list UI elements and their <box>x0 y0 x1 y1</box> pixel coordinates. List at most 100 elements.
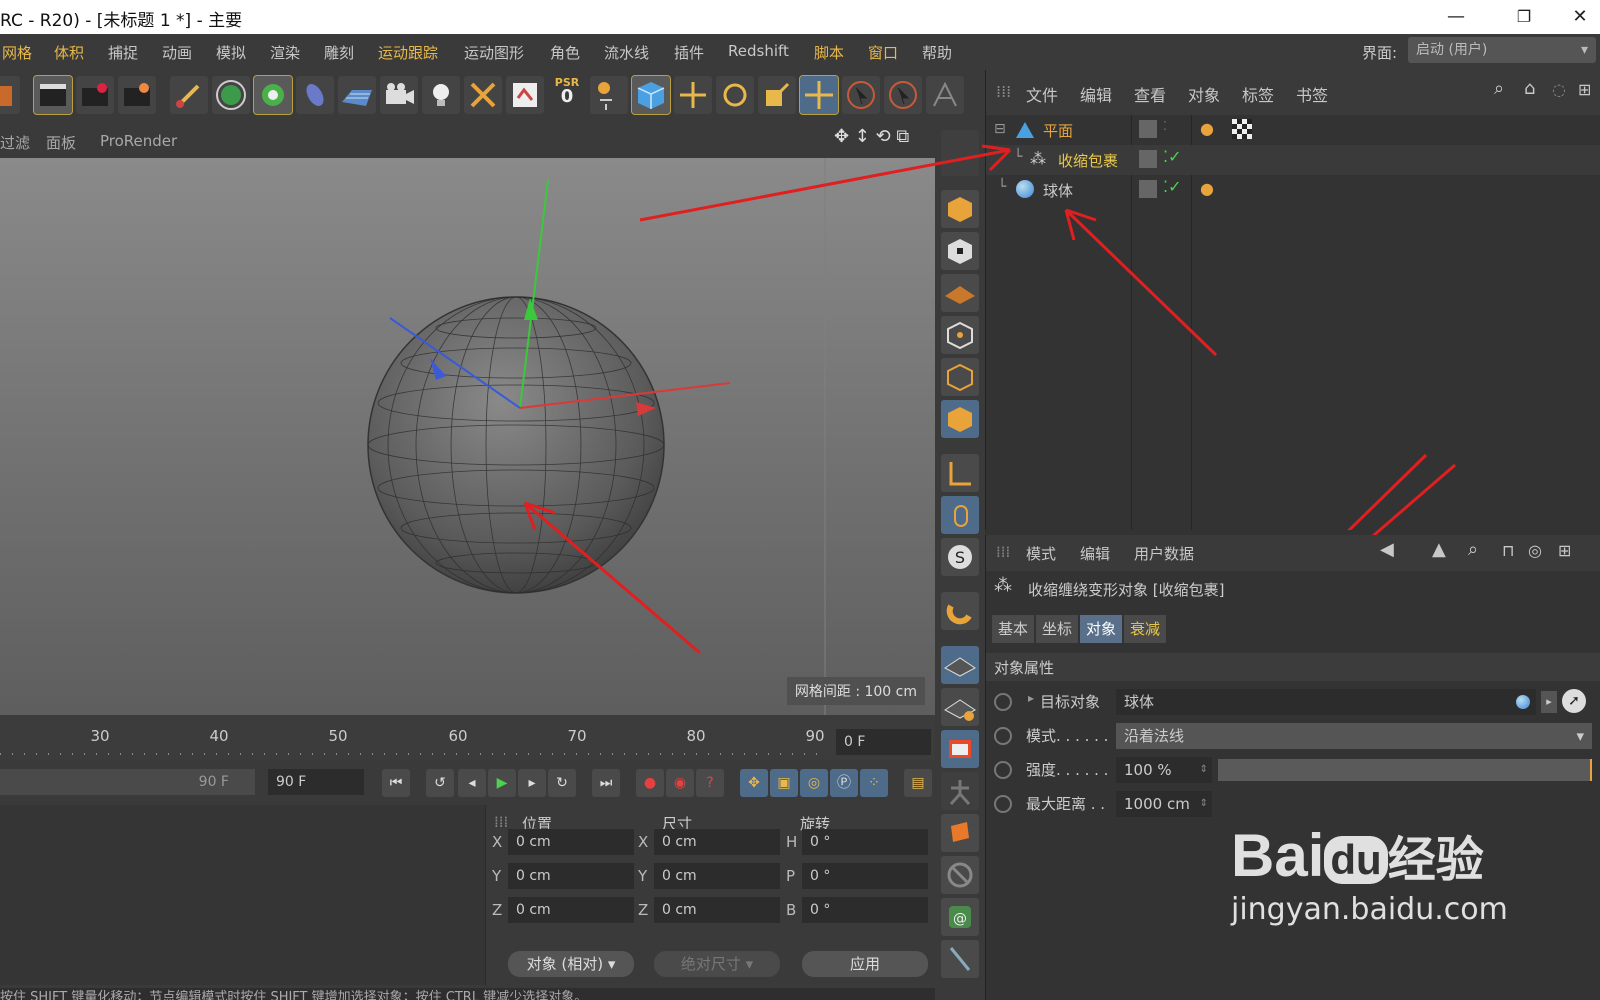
next-key-icon[interactable]: ↻ <box>548 769 576 797</box>
menu-window[interactable]: 窗口 <box>868 42 898 63</box>
viewport-menu-prorender[interactable]: ProRender <box>100 132 177 150</box>
target-object-field[interactable]: 球体 <box>1116 689 1536 715</box>
select-live-icon[interactable] <box>842 76 880 114</box>
menu-help[interactable]: 帮助 <box>922 42 952 63</box>
scale-icon[interactable] <box>758 76 796 114</box>
edges-mode-icon[interactable] <box>941 358 979 396</box>
menu-volume[interactable]: 体积 <box>54 42 84 63</box>
size-z-field[interactable]: 0 cm <box>654 897 780 923</box>
target-icon[interactable]: ◎ <box>1528 541 1542 560</box>
deformer-icon[interactable] <box>253 75 293 115</box>
planar-workplane-icon[interactable] <box>941 688 979 726</box>
render-picture-viewer-icon[interactable] <box>76 76 114 114</box>
menu-plugins[interactable]: 插件 <box>674 42 704 63</box>
xray-icon[interactable] <box>464 76 502 114</box>
pick-object-icon[interactable]: ➚ <box>1562 689 1586 713</box>
render-settings-icon[interactable] <box>118 76 156 114</box>
frame-range-slider[interactable]: 90 F <box>0 769 255 795</box>
size-mode-dropdown[interactable]: 绝对尺寸 ▾ <box>654 951 780 977</box>
spline-icon[interactable] <box>296 76 334 114</box>
position-z-field[interactable]: 0 cm <box>508 897 634 923</box>
joint-icon[interactable] <box>926 76 964 114</box>
previous-key-icon[interactable]: ↺ <box>426 769 454 797</box>
menu-sculpt[interactable]: 雕刻 <box>324 42 354 63</box>
stepper-icon[interactable]: ⇕ <box>1200 791 1208 817</box>
animate-radio[interactable] <box>994 727 1012 745</box>
mode-select[interactable]: 沿着法线 ▾ <box>1116 723 1592 749</box>
render-region-icon[interactable] <box>0 76 20 114</box>
paint-icon[interactable] <box>941 814 979 852</box>
key-rotation-icon[interactable]: ◎ <box>800 769 828 797</box>
interface-select[interactable]: 启动 (用户) ▾ <box>1408 37 1596 63</box>
max-distance-field[interactable]: 1000 cm ⇕ <box>1116 791 1212 817</box>
psr-icon[interactable]: PSR 0 <box>548 76 586 114</box>
key-position-icon[interactable]: ✥ <box>740 769 768 797</box>
render-active-view-icon[interactable] <box>941 730 979 768</box>
strength-field[interactable]: 100 % ⇕ <box>1116 757 1212 783</box>
animate-radio[interactable] <box>994 795 1012 813</box>
tab-object[interactable]: 对象 <box>1080 615 1122 643</box>
timeline-ruler[interactable]: 30 40 50 60 70 80 90 0 F <box>0 715 935 760</box>
go-to-end-icon[interactable]: ⏭ <box>592 769 620 797</box>
minimize-button[interactable]: — <box>1436 2 1476 32</box>
size-x-field[interactable]: 0 cm <box>654 829 780 855</box>
rotation-p-field[interactable]: 0 ° <box>802 863 928 889</box>
cube-object-icon[interactable] <box>631 75 671 115</box>
axis-icon[interactable] <box>590 76 628 114</box>
key-scale-icon[interactable]: ▣ <box>770 769 798 797</box>
play-icon[interactable]: ▶ <box>488 769 516 797</box>
enable-axis-icon[interactable] <box>941 454 979 492</box>
scene-icon[interactable] <box>506 76 544 114</box>
animate-radio[interactable] <box>994 693 1012 711</box>
size-y-field[interactable]: 0 cm <box>654 863 780 889</box>
menu-pipeline[interactable]: 流水线 <box>604 42 649 63</box>
search-icon[interactable]: ⌕ <box>1468 539 1478 560</box>
previous-frame-icon[interactable]: ◂ <box>458 769 486 797</box>
close-button[interactable]: ✕ <box>1560 2 1600 32</box>
position-y-field[interactable]: 0 cm <box>508 863 634 889</box>
attr-menu-mode[interactable]: 模式 <box>1026 543 1056 564</box>
menu-mesh[interactable]: 网格 <box>2 42 32 63</box>
key-pla-icon[interactable]: ⁘ <box>860 769 888 797</box>
viewport-nav-icons[interactable]: ✥ ↕ ⟲ ⧉ <box>834 126 909 147</box>
make-editable-icon[interactable] <box>941 130 979 176</box>
rotation-b-field[interactable]: 0 ° <box>802 897 928 923</box>
stepper-icon[interactable]: ⇕ <box>1200 757 1208 783</box>
tab-coordinates[interactable]: 坐标 <box>1036 615 1078 643</box>
cube-select-icon[interactable] <box>212 76 250 114</box>
menu-simulate[interactable]: 模拟 <box>216 42 246 63</box>
strength-slider[interactable] <box>1218 759 1592 781</box>
viewport-menu-panel[interactable]: 面板 <box>46 132 76 153</box>
snap-icon[interactable] <box>941 592 979 630</box>
tab-basic[interactable]: 基本 <box>992 615 1034 643</box>
character-icon[interactable] <box>941 772 979 810</box>
menu-character[interactable]: 角色 <box>550 42 580 63</box>
pen-icon[interactable] <box>170 76 208 114</box>
attr-menu-edit[interactable]: 编辑 <box>1080 543 1110 564</box>
expand-arrow-icon[interactable]: ▸ <box>1028 691 1034 705</box>
no-entry-icon[interactable] <box>941 856 979 894</box>
position-x-field[interactable]: 0 cm <box>508 829 634 855</box>
current-frame-field[interactable]: 0 F <box>836 729 931 755</box>
restore-button[interactable]: ❐ <box>1504 2 1544 32</box>
python-icon[interactable]: @ <box>941 898 979 936</box>
render-view-icon[interactable] <box>33 75 73 115</box>
menu-mograph[interactable]: 运动图形 <box>464 42 524 63</box>
move-all-icon[interactable] <box>799 75 839 115</box>
lock-icon[interactable]: ⊓ <box>1502 541 1514 560</box>
polygons-mode-icon[interactable] <box>941 400 979 438</box>
solo-mode-icon[interactable]: S <box>941 538 979 576</box>
apply-button[interactable]: 应用 <box>802 951 928 977</box>
points-mode-icon[interactable] <box>941 316 979 354</box>
model-mode-icon[interactable] <box>941 190 979 228</box>
key-parameter-icon[interactable]: Ⓟ <box>830 769 858 797</box>
link-menu-icon[interactable]: ▸ <box>1541 691 1557 713</box>
menu-motion-tracking[interactable]: 运动跟踪 <box>378 42 438 63</box>
go-to-start-icon[interactable]: ⏮ <box>382 769 410 797</box>
back-arrow-icon[interactable]: ◀ <box>1380 539 1394 560</box>
attr-menu-userdata[interactable]: 用户数据 <box>1134 543 1194 564</box>
camera-icon[interactable] <box>380 76 418 114</box>
3d-viewport[interactable]: 网格间距 : 100 cm <box>0 158 935 715</box>
keyframe-selection-icon[interactable]: ? <box>696 769 724 797</box>
viewport-menu-filter[interactable]: 过滤 <box>0 132 30 153</box>
